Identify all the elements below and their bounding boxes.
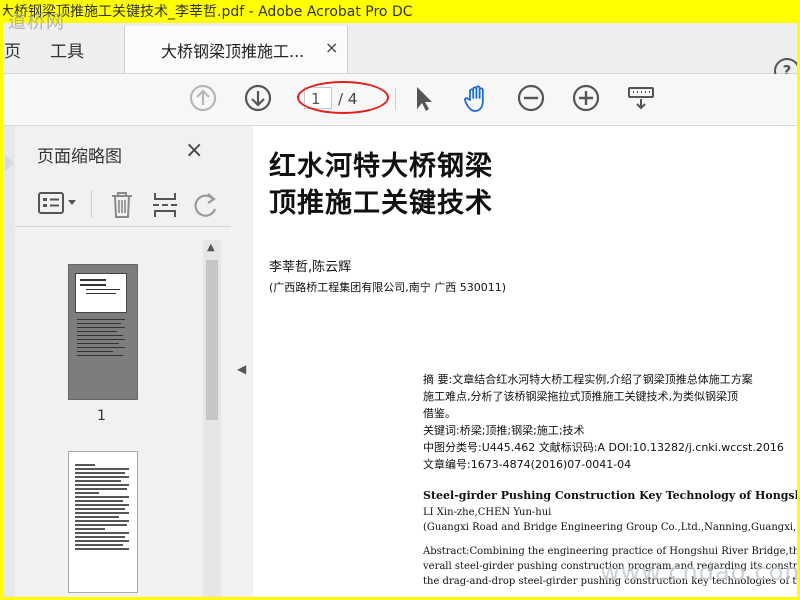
panel-collapse-bar[interactable]: ◀ bbox=[231, 126, 253, 600]
thumbnail-list: 1 bbox=[15, 240, 203, 600]
zoom-out-icon[interactable] bbox=[516, 83, 546, 113]
highlight-marker bbox=[0, 100, 3, 114]
delete-page-icon[interactable] bbox=[109, 190, 135, 220]
tab-document[interactable]: 大桥钢梁顶推施工... × bbox=[124, 26, 348, 73]
hand-tool-icon[interactable] bbox=[462, 83, 492, 113]
rotate-page-icon[interactable] bbox=[191, 190, 219, 220]
document-affiliation: (广西路桥工程集团有限公司,南宁 广西 530011) bbox=[269, 281, 507, 294]
toolbar-divider bbox=[395, 88, 396, 110]
scrollbar-thumb[interactable] bbox=[206, 260, 218, 420]
tab-close-icon[interactable]: × bbox=[325, 38, 338, 57]
watermark-url: www.cndao.com bbox=[600, 558, 800, 586]
annotation-oval bbox=[297, 81, 389, 114]
document-title: 红水河特大桥钢梁 顶推施工关键技术 bbox=[269, 151, 493, 219]
keyboard-dropdown-icon[interactable] bbox=[626, 83, 656, 113]
thumbnail-scrollbar[interactable]: ▲ bbox=[203, 240, 221, 600]
thumbnail-page-number: 1 bbox=[97, 408, 106, 424]
thumbnail-text-lines bbox=[75, 464, 131, 552]
zoom-in-icon[interactable] bbox=[571, 83, 601, 113]
english-authors: LI Xin-zhe,CHEN Yun-hui bbox=[423, 507, 552, 518]
panel-title: 页面缩略图 bbox=[37, 147, 122, 167]
extract-pages-icon[interactable] bbox=[151, 190, 179, 220]
english-title: Steel-girder Pushing Construction Key Te… bbox=[423, 489, 800, 502]
previous-page-icon[interactable] bbox=[188, 83, 218, 113]
tab-document-label: 大桥钢梁顶推施工... bbox=[161, 42, 305, 61]
panel-close-icon[interactable]: × bbox=[185, 138, 203, 163]
left-navigation-strip bbox=[0, 126, 16, 600]
chinese-abstract: 摘 要:文章结合红水河特大桥工程实例,介绍了钢梁顶推总体施工方案 施工难点,分析… bbox=[423, 373, 784, 471]
tab-home[interactable]: 页 bbox=[4, 37, 21, 62]
select-arrow-icon[interactable] bbox=[408, 83, 438, 113]
panel-toolbar-divider bbox=[91, 190, 92, 218]
page-thumbnail-2[interactable] bbox=[68, 451, 138, 593]
scroll-up-icon[interactable]: ▲ bbox=[207, 242, 215, 253]
document-view[interactable]: 红水河特大桥钢梁 顶推施工关键技术 李莘哲,陈云辉 (广西路桥工程集团有限公司,… bbox=[253, 126, 800, 600]
thumbnail-title-block bbox=[75, 273, 127, 313]
tab-bar: 页 工具 大桥钢梁顶推施工... × ? bbox=[0, 23, 800, 84]
thumbnail-panel: 页面缩略图 × 1 ▲ bbox=[15, 126, 232, 600]
english-affiliation: (Guangxi Road and Bridge Engineering Gro… bbox=[423, 522, 800, 533]
collapse-arrow-icon[interactable]: ◀ bbox=[237, 362, 246, 376]
panel-toolbar bbox=[15, 182, 231, 227]
watermark-logo: 道桥网 bbox=[8, 12, 65, 33]
thumbnail-text-lines bbox=[77, 319, 129, 359]
next-page-icon[interactable] bbox=[243, 83, 273, 113]
thumbnail-options-icon[interactable] bbox=[37, 190, 81, 216]
panel-pointer-icon bbox=[5, 155, 14, 171]
document-authors: 李莘哲,陈云辉 bbox=[269, 260, 352, 275]
page-thumbnail-1[interactable] bbox=[68, 264, 138, 400]
main-toolbar: 1 / 4 bbox=[0, 74, 800, 126]
window-title-bar: 大桥钢梁顶推施工关键技术_李莘哲.pdf - Adobe Acrobat Pro… bbox=[0, 0, 800, 23]
tab-tools[interactable]: 工具 bbox=[50, 37, 84, 62]
